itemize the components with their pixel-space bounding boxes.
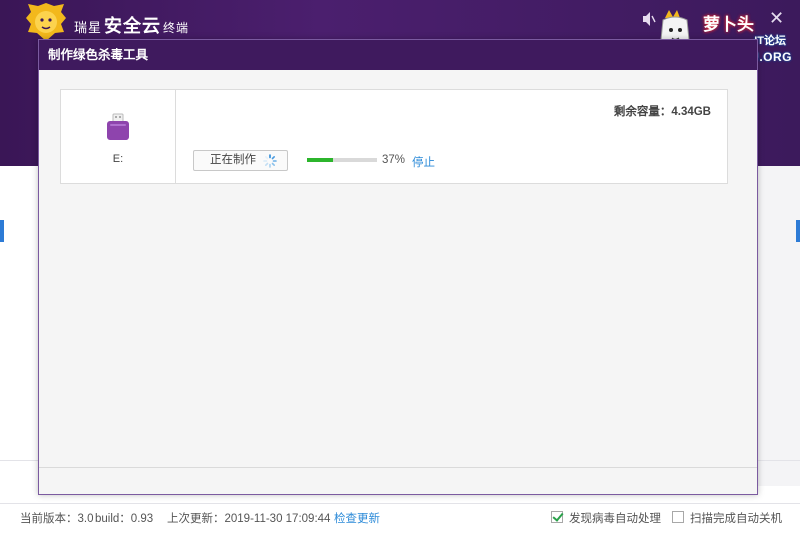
background-tab-marker — [796, 220, 800, 242]
drive-info: E: — [61, 90, 176, 183]
making-button[interactable]: 正在制作 — [193, 150, 288, 171]
check-update-link[interactable]: 检查更新 — [334, 510, 380, 526]
make-rescue-tool-dialog: 制作绿色杀毒工具 E: 剩余容量：4.34GB 正在制作 37% 停止 — [38, 39, 758, 495]
dialog-footer-divider — [39, 467, 757, 468]
making-button-label: 正在制作 — [210, 154, 256, 166]
stop-link[interactable]: 停止 — [412, 154, 435, 170]
usb-drive-icon — [107, 113, 129, 140]
progress-fill — [307, 158, 333, 162]
progress-percent: 37% — [382, 154, 406, 166]
brand-main: 安全云 — [104, 16, 162, 36]
drive-card: E: 剩余容量：4.34GB 正在制作 37% 停止 — [60, 89, 728, 184]
free-capacity: 剩余容量：4.34GB — [613, 106, 711, 118]
watermark-tag: IT论坛 — [754, 35, 786, 47]
progress-bar — [307, 158, 377, 162]
auto-shutdown-checkbox[interactable] — [672, 511, 684, 523]
divider — [0, 503, 800, 504]
auto-handle-label[interactable]: 发现病毒自动处理 — [569, 510, 661, 526]
background-tab-marker — [0, 220, 4, 242]
background-panel — [758, 166, 800, 486]
auto-handle-checkbox[interactable] — [551, 511, 563, 523]
status-bar: 当前版本：3.0 build：0.93 上次更新：2019-11-30 17:0… — [0, 505, 800, 529]
watermark-name: 萝卜头 — [703, 15, 754, 34]
brand-suffix: 终端 — [163, 21, 190, 35]
brand-title: 瑞星 安全云 终端 — [74, 12, 189, 38]
brand-prefix: 瑞星 — [74, 20, 103, 35]
loading-spinner-icon — [263, 154, 277, 168]
lion-logo-icon — [26, 3, 66, 41]
version-text: 当前版本：3.0 — [20, 513, 94, 525]
drive-letter: E: — [112, 153, 124, 165]
build-text: build：0.93 — [95, 513, 154, 525]
dialog-title: 制作绿色杀毒工具 — [39, 40, 757, 70]
last-update-text: 上次更新：2019-11-30 17:09:44 — [167, 513, 331, 525]
auto-shutdown-label[interactable]: 扫描完成自动关机 — [690, 510, 782, 526]
